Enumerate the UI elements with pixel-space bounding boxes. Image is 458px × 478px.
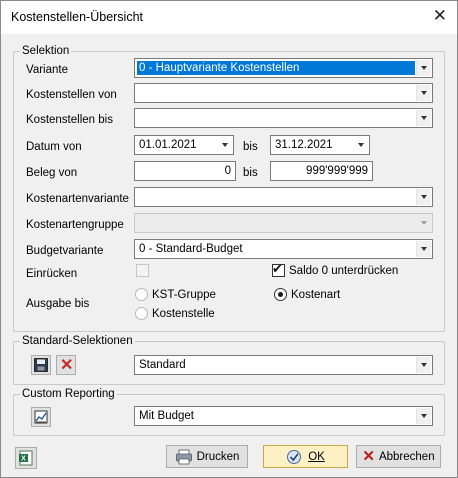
excel-icon: X: [19, 450, 33, 466]
datum-label: Datum von: [26, 141, 82, 153]
chevron-down-icon[interactable]: [416, 357, 431, 373]
kostenartengruppe-dropdown: [134, 213, 433, 233]
variante-label: Variante: [26, 64, 68, 76]
datum-von-picker[interactable]: 01.01.2021: [134, 135, 234, 155]
cancel-x-icon: ✕: [362, 448, 375, 465]
variante-dropdown[interactable]: 0 - Hauptvariante Kostenstellen: [134, 58, 433, 78]
excel-export-button[interactable]: X: [15, 447, 37, 469]
window-title: Kostenstellen-Übersicht: [11, 10, 144, 24]
variante-value: 0 - Hauptvariante Kostenstellen: [139, 62, 300, 74]
chevron-down-icon: [417, 215, 431, 231]
saldo-checkbox[interactable]: ✔: [272, 261, 285, 277]
radio-kst-gruppe-label[interactable]: KST-Gruppe: [152, 287, 216, 303]
beleg-bis-input[interactable]: 999'999'999: [270, 161, 373, 181]
kst-bis-dropdown[interactable]: [134, 108, 433, 128]
beleg-label: Beleg von: [26, 167, 78, 179]
datum-bis-picker[interactable]: 31.12.2021: [270, 135, 370, 155]
saldo-label[interactable]: Saldo 0 unterdrücken: [289, 263, 398, 279]
chevron-down-icon[interactable]: [416, 408, 431, 424]
chart-report-icon: [34, 410, 48, 424]
ok-button[interactable]: OK: [263, 445, 348, 468]
ok-button-label: OK: [308, 450, 325, 463]
budgetvariante-label: Budgetvariante: [26, 245, 104, 257]
kst-von-label: Kostenstellen von: [26, 89, 117, 101]
chevron-down-icon[interactable]: [416, 241, 431, 257]
title-bar: Kostenstellen-Übersicht ✕: [1, 1, 457, 34]
ausgabe-label: Ausgabe bis: [26, 298, 90, 310]
beleg-von-input[interactable]: 0: [134, 161, 236, 181]
standard-selektion-dropdown[interactable]: Standard: [134, 355, 433, 375]
dialog-window: Kostenstellen-Übersicht ✕ Selektion Vari…: [0, 0, 458, 478]
kostenartenvariante-label: Kostenartenvariante: [26, 193, 129, 205]
chevron-down-icon[interactable]: [416, 60, 431, 76]
report-config-button[interactable]: [31, 407, 51, 427]
einruecken-label: Einrücken: [26, 268, 78, 280]
radio-kst-gruppe[interactable]: [135, 288, 148, 301]
kostenartengruppe-label: Kostenartengruppe: [26, 219, 124, 231]
delete-x-icon: ✕: [60, 357, 74, 374]
einruecken-checkbox[interactable]: [136, 264, 149, 277]
svg-text:X: X: [21, 456, 26, 463]
chevron-down-icon[interactable]: [416, 110, 431, 126]
cancel-button[interactable]: ✕ Abbrechen: [356, 445, 441, 468]
budgetvariante-value: 0 - Standard-Budget: [139, 243, 243, 255]
save-icon: [34, 358, 48, 372]
print-button-label: Drucken: [196, 450, 240, 463]
chevron-down-icon[interactable]: [218, 137, 232, 153]
radio-kostenstelle-label[interactable]: Kostenstelle: [152, 306, 215, 322]
chevron-down-icon[interactable]: [416, 189, 431, 205]
standard-selektionen-legend: Standard-Selektionen: [20, 334, 135, 348]
beleg-bis-label: bis: [243, 167, 258, 179]
radio-kostenstelle[interactable]: [135, 307, 148, 320]
kst-bis-label: Kostenstellen bis: [26, 114, 113, 126]
custom-reporting-dropdown[interactable]: Mit Budget: [134, 406, 433, 426]
radio-kostenart[interactable]: [274, 288, 287, 301]
datum-bis-label: bis: [243, 141, 258, 153]
ok-check-icon: [287, 449, 302, 464]
delete-button[interactable]: ✕: [56, 355, 76, 375]
budgetvariante-dropdown[interactable]: 0 - Standard-Budget: [134, 239, 433, 259]
cancel-button-label: Abbrechen: [378, 450, 435, 463]
printer-icon: [175, 449, 192, 464]
radio-kostenart-label[interactable]: Kostenart: [291, 287, 340, 303]
chevron-down-icon[interactable]: [416, 85, 431, 101]
custom-reporting-legend: Custom Reporting: [20, 387, 117, 401]
close-icon[interactable]: ✕: [433, 6, 447, 26]
print-button[interactable]: Drucken: [166, 445, 248, 468]
chevron-down-icon[interactable]: [354, 137, 368, 153]
save-button[interactable]: [31, 355, 51, 375]
selektion-legend: Selektion: [20, 44, 72, 58]
kst-von-dropdown[interactable]: [134, 83, 433, 103]
kostenartenvariante-dropdown[interactable]: [134, 187, 433, 207]
